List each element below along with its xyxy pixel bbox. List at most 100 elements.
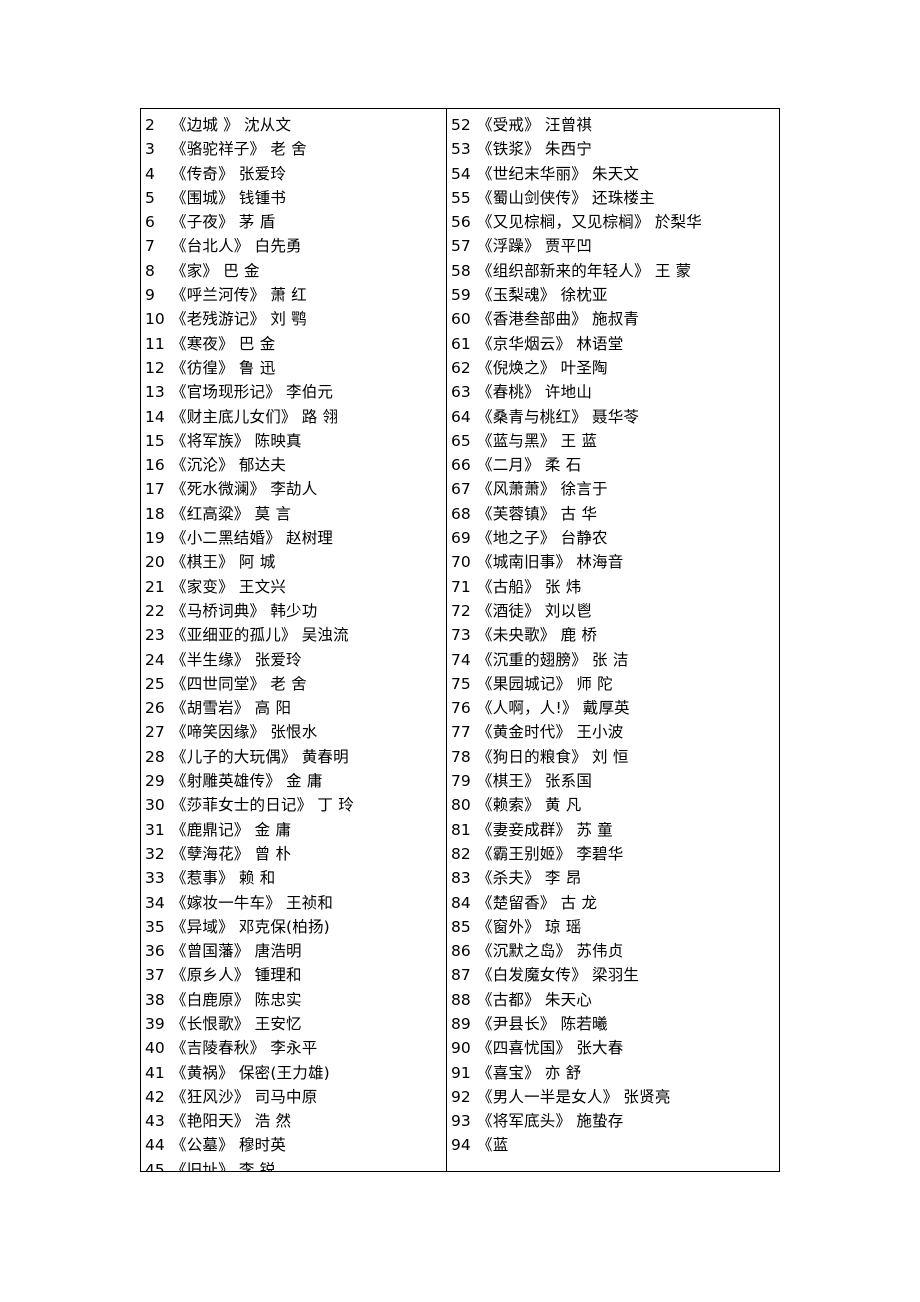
book-entry-row: 84 《楚留香》 古 龙 bbox=[447, 891, 779, 915]
book-entry-number: 93 bbox=[451, 1112, 471, 1131]
book-entry-text: 《蜀山剑侠传》 还珠楼主 bbox=[477, 188, 655, 207]
book-entry-row: 44 《公墓》 穆时英 bbox=[141, 1133, 446, 1157]
book-entry-row: 33 《惹事》 赖 和 bbox=[141, 866, 446, 890]
book-entry-text: 《蓝与黑》 王 蓝 bbox=[477, 431, 598, 450]
book-entry-number: 66 bbox=[451, 456, 471, 475]
book-entry-number: 31 bbox=[145, 820, 165, 839]
book-entry-text: 《地之子》 台静农 bbox=[477, 529, 608, 548]
book-entry-text: 《未央歌》 鹿 桥 bbox=[477, 626, 598, 645]
book-entry-text: 《四喜忧国》 张大春 bbox=[477, 1039, 624, 1058]
table-column-right: 52 《受戒》 汪曾祺 53 《铁浆》 朱西宁 54 《世纪末华丽》 朱天文 55 《蜀山剑侠… bbox=[447, 109, 779, 1171]
book-entry-row: 38 《白鹿原》 陈忠实 bbox=[141, 988, 446, 1012]
book-entry-text: 《异域》 邓克保(柏扬) bbox=[171, 917, 330, 936]
book-entry-row: 41 《黄祸》 保密(王力雄) bbox=[141, 1061, 446, 1085]
book-entry-row: 20 《棋王》 阿 城 bbox=[141, 550, 446, 574]
book-entry-number: 37 bbox=[145, 966, 165, 985]
book-entry-text: 《子夜》 茅 盾 bbox=[171, 213, 276, 232]
book-entry-text: 《狗日的粮食》 刘 恒 bbox=[477, 747, 629, 766]
book-entry-number: 76 bbox=[451, 699, 471, 718]
book-entry-number: 80 bbox=[451, 796, 471, 815]
book-entry-number: 65 bbox=[451, 431, 471, 450]
book-entry-number: 22 bbox=[145, 601, 165, 620]
book-entry-number: 15 bbox=[145, 431, 165, 450]
book-entry-number: 58 bbox=[451, 261, 471, 280]
book-entry-text: 《将军族》 陈映真 bbox=[171, 431, 302, 450]
book-entry-number: 35 bbox=[145, 917, 165, 936]
book-entry-row: 11 《寒夜》 巴 金 bbox=[141, 332, 446, 356]
book-entry-text: 《赖索》 黄 凡 bbox=[477, 796, 582, 815]
document-page: 2 《边城 》 沈从文 3 《骆驼祥子》 老 舍 4 《传奇》 张爱玲 5 《围城》 钱锺书 6… bbox=[0, 0, 920, 1302]
book-entry-number: 44 bbox=[145, 1136, 165, 1155]
book-entry-number: 86 bbox=[451, 942, 471, 961]
book-entry-text: 《旧址》 李 锐 bbox=[171, 1160, 276, 1171]
book-entry-text: 《公墓》 穆时英 bbox=[171, 1136, 287, 1155]
book-entry-number: 68 bbox=[451, 504, 471, 523]
book-entry-text: 《射雕英雄传》 金 庸 bbox=[171, 772, 323, 791]
book-entry-row: 17 《死水微澜》 李劼人 bbox=[141, 477, 446, 501]
book-entry-row: 9 《呼兰河传》 萧 红 bbox=[141, 283, 446, 307]
book-entry-row: 7 《台北人》 白先勇 bbox=[141, 234, 446, 258]
book-entry-row: 23 《亚细亚的孤儿》 吴浊流 bbox=[141, 623, 446, 647]
book-entry-row: 93 《将军底头》 施蛰存 bbox=[447, 1109, 779, 1133]
book-entry-text: 《棋王》 张系国 bbox=[477, 772, 593, 791]
book-entry-number: 7 bbox=[145, 237, 155, 256]
book-entry-text: 《惹事》 赖 和 bbox=[171, 869, 276, 888]
book-entry-number: 70 bbox=[451, 553, 471, 572]
book-entry-number: 6 bbox=[145, 213, 155, 232]
book-entry-row: 40 《吉陵春秋》 李永平 bbox=[141, 1036, 446, 1060]
book-entry-text: 《京华烟云》 林语堂 bbox=[477, 334, 624, 353]
book-entry-text: 《马桥词典》 韩少功 bbox=[171, 601, 318, 620]
book-entry-number: 27 bbox=[145, 723, 165, 742]
book-entry-text: 《围城》 钱锺书 bbox=[171, 188, 287, 207]
book-entry-row: 58 《组织部新来的年轻人》 王 蒙 bbox=[447, 259, 779, 283]
book-entry-row: 14 《财主底儿女们》 路 翎 bbox=[141, 405, 446, 429]
book-entry-text: 《老残游记》 刘 鹗 bbox=[171, 310, 307, 329]
book-entry-text: 《骆驼祥子》 老 舍 bbox=[171, 140, 307, 159]
book-entry-number: 12 bbox=[145, 358, 165, 377]
book-entry-text: 《吉陵春秋》 李永平 bbox=[171, 1039, 318, 1058]
book-entry-row: 91 《喜宝》 亦 舒 bbox=[447, 1061, 779, 1085]
book-entry-row: 64 《桑青与桃红》 聂华苓 bbox=[447, 405, 779, 429]
book-entry-row: 56 《又见棕榈，又见棕榈》 於梨华 bbox=[447, 210, 779, 234]
book-entry-text: 《沉重的翅膀》 张 洁 bbox=[477, 650, 629, 669]
book-entry-text: 《蓝 bbox=[477, 1136, 509, 1155]
book-entry-row: 12 《彷徨》 鲁 迅 bbox=[141, 356, 446, 380]
book-entry-number: 57 bbox=[451, 237, 471, 256]
book-entry-number: 3 bbox=[145, 140, 155, 159]
book-entry-text: 《妻妾成群》 苏 童 bbox=[477, 820, 613, 839]
book-entry-text: 《黄祸》 保密(王力雄) bbox=[171, 1063, 330, 1082]
book-entry-text: 《铁浆》 朱西宁 bbox=[477, 140, 593, 159]
book-entry-row: 19 《小二黑结婚》 赵树理 bbox=[141, 526, 446, 550]
book-entry-number: 14 bbox=[145, 407, 165, 426]
book-entry-row: 67 《风萧萧》 徐言于 bbox=[447, 477, 779, 501]
book-entry-number: 18 bbox=[145, 504, 165, 523]
book-entry-row: 22 《马桥词典》 韩少功 bbox=[141, 599, 446, 623]
book-entry-number: 74 bbox=[451, 650, 471, 669]
book-entry-row: 83 《杀夫》 李 昂 bbox=[447, 866, 779, 890]
book-entry-text: 《受戒》 汪曾祺 bbox=[477, 116, 593, 134]
book-entry-row: 34 《嫁妆一牛车》 王祯和 bbox=[141, 891, 446, 915]
book-entry-number: 84 bbox=[451, 893, 471, 912]
book-entry-row: 15 《将军族》 陈映真 bbox=[141, 429, 446, 453]
book-entry-text: 《楚留香》 古 龙 bbox=[477, 893, 598, 912]
book-entry-row: 90 《四喜忧国》 张大春 bbox=[447, 1036, 779, 1060]
book-entry-row: 79 《棋王》 张系国 bbox=[447, 769, 779, 793]
book-entry-text: 《小二黑结婚》 赵树理 bbox=[171, 529, 334, 548]
book-entry-row: 53 《铁浆》 朱西宁 bbox=[447, 137, 779, 161]
book-entry-row: 85 《窗外》 琼 瑶 bbox=[447, 915, 779, 939]
book-entry-number: 24 bbox=[145, 650, 165, 669]
book-entry-number: 62 bbox=[451, 358, 471, 377]
book-entry-row: 68 《芙蓉镇》 古 华 bbox=[447, 502, 779, 526]
book-entry-number: 8 bbox=[145, 261, 155, 280]
book-entry-number: 21 bbox=[145, 577, 165, 596]
book-entry-number: 72 bbox=[451, 601, 471, 620]
book-entry-text: 《果园城记》 师 陀 bbox=[477, 674, 613, 693]
book-entry-text: 《彷徨》 鲁 迅 bbox=[171, 358, 276, 377]
book-entry-number: 33 bbox=[145, 869, 165, 888]
book-entry-text: 《窗外》 琼 瑶 bbox=[477, 917, 582, 936]
book-entry-number: 43 bbox=[145, 1112, 165, 1131]
book-entry-row: 72 《酒徒》 刘以鬯 bbox=[447, 599, 779, 623]
book-entry-number: 41 bbox=[145, 1063, 165, 1082]
book-entry-text: 《组织部新来的年轻人》 王 蒙 bbox=[477, 261, 692, 280]
book-entry-text: 《曾国藩》 唐浩明 bbox=[171, 942, 302, 961]
